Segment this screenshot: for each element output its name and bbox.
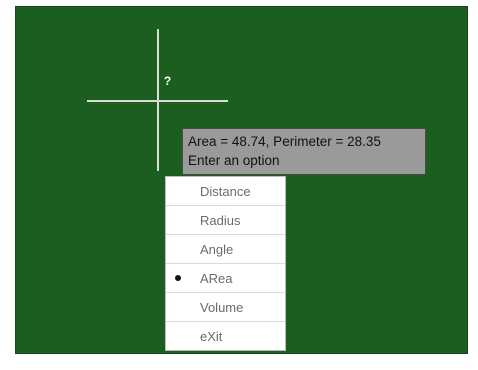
menu-item-label: ARea [200,271,233,286]
menu-item-label: Angle [200,242,234,257]
dynamic-input-tooltip: Area = 48.74, Perimeter = 28.35 Enter an… [182,128,426,175]
crosshair-vertical [157,29,159,171]
menu-item-area[interactable]: ARea [166,264,285,293]
menu-item-radius[interactable]: Radius [166,206,285,235]
menu-item-label: eXit [200,329,223,344]
menu-item-label: Radius [200,213,241,228]
prompt-text: Enter an option [188,153,280,168]
menu-item-volume[interactable]: Volume [166,293,285,322]
cursor-question-icon: ? [162,74,173,88]
menu-item-label: Distance [200,184,251,199]
selected-bullet-icon [175,275,181,281]
menu-item-angle[interactable]: Angle [166,235,285,264]
menu-item-exit[interactable]: eXit [166,322,285,351]
menu-item-distance[interactable]: Distance [166,177,285,206]
menu-item-label: Volume [200,300,244,315]
measurement-readout: Area = 48.74, Perimeter = 28.35 [188,134,381,149]
option-menu: Distance Radius Angle ARea Volume eXit [165,176,286,351]
